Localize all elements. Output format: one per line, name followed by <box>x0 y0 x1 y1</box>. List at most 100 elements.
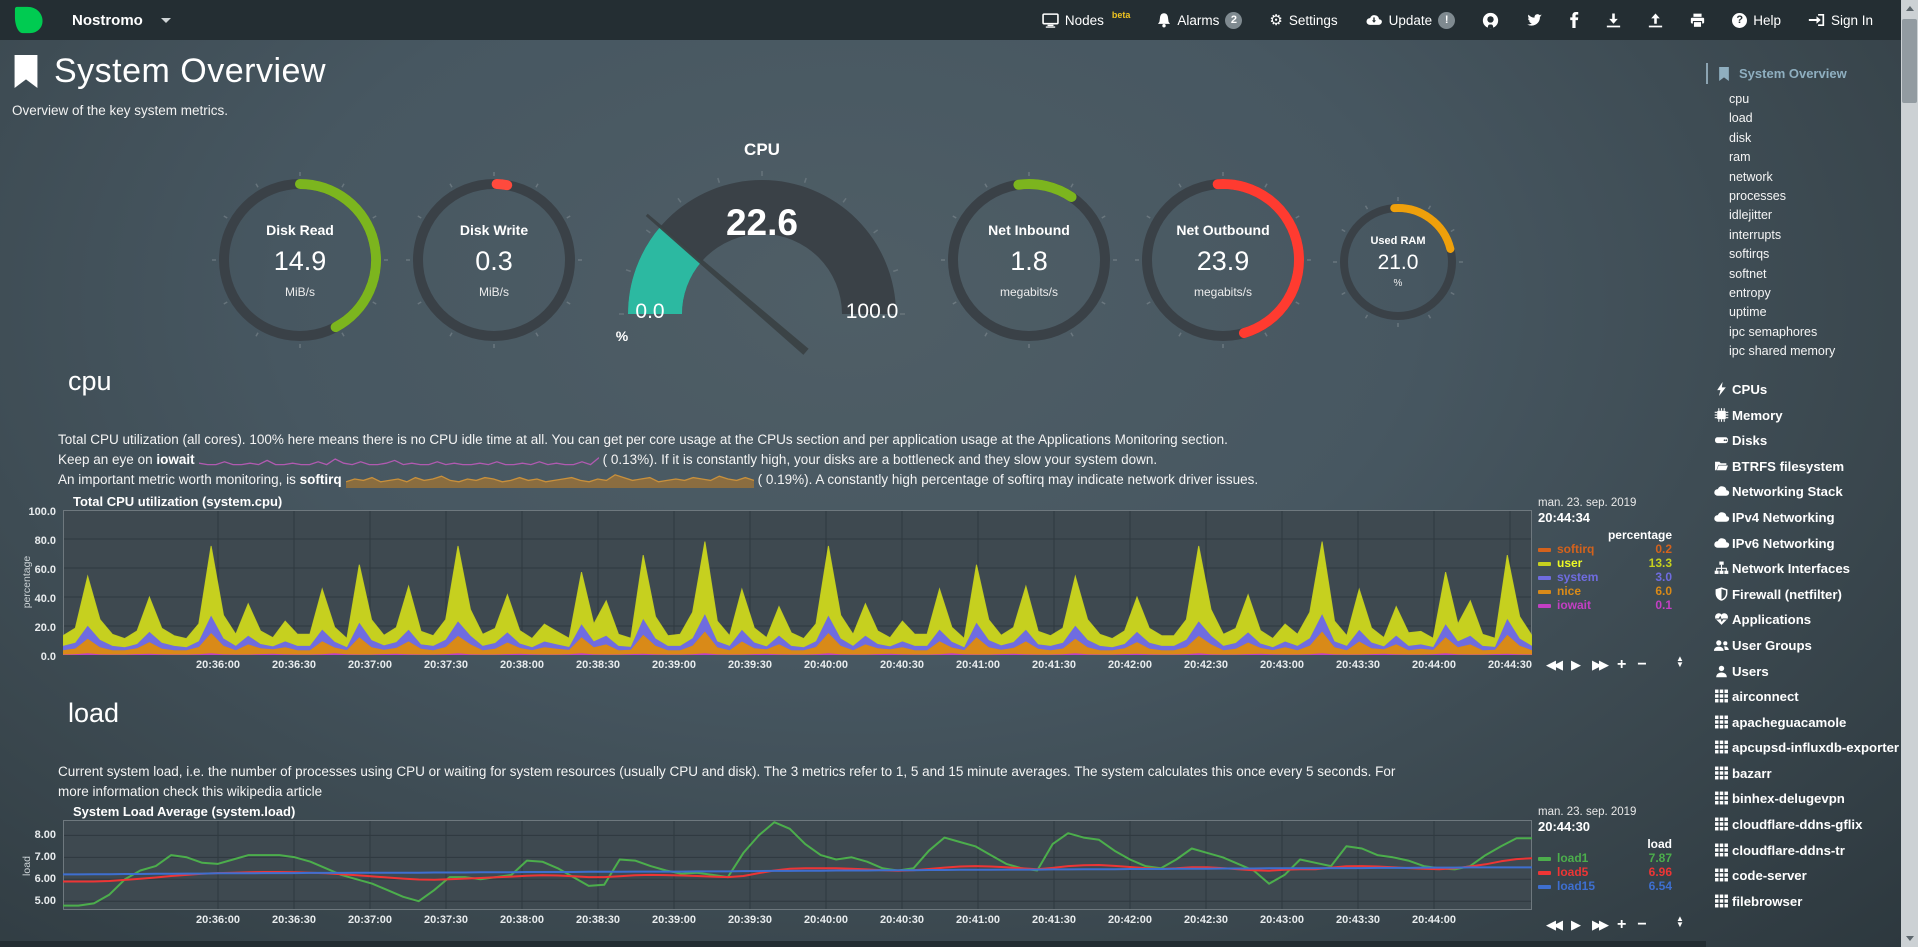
sidebar-item-cpus[interactable]: CPUs <box>1706 377 1902 403</box>
gauge-net-inbound[interactable]: Net Inbound1.8megabits/s <box>939 170 1119 350</box>
sidebar-item-networking-stack[interactable]: Networking Stack <box>1706 479 1902 505</box>
x-tick-label: 20:36:30 <box>257 659 331 671</box>
hostname-dropdown[interactable]: Nostromo <box>72 12 143 29</box>
legend-item-iowait[interactable]: iowait0.1 <box>1538 599 1672 612</box>
netdata-logo-icon[interactable] <box>13 5 44 35</box>
sidebar-subitem-processes[interactable]: processes <box>1706 187 1902 206</box>
x-tick-label: 20:41:00 <box>941 659 1015 671</box>
sidebar-subitem-cpu[interactable]: cpu <box>1706 90 1902 109</box>
sidebar-subitem-network[interactable]: network <box>1706 168 1902 187</box>
cpu-chart-plot[interactable] <box>63 510 1532 655</box>
sidebar-subitem-interrupts[interactable]: interrupts <box>1706 226 1902 245</box>
zoom-in-button[interactable]: + <box>1617 916 1626 934</box>
nav-update[interactable]: Update ! <box>1365 12 1456 29</box>
sidebar-item-airconnect[interactable]: airconnect <box>1706 684 1902 710</box>
sidebar-item-cloudflare-ddns-gflix[interactable]: cloudflare-ddns-gflix <box>1706 812 1902 838</box>
gauge-net-outbound[interactable]: Net Outbound23.9megabits/s <box>1133 170 1313 350</box>
nav-signin[interactable]: Sign In <box>1808 13 1873 28</box>
load-chart-resize-handle[interactable]: ▲▼ <box>1676 916 1684 928</box>
scrollbar-thumb[interactable] <box>1902 19 1917 103</box>
sidebar-item-cloudflare-ddns-tr[interactable]: cloudflare-ddns-tr <box>1706 837 1902 863</box>
sidebar-item-ipv4-networking[interactable]: IPv4 Networking <box>1706 505 1902 531</box>
fast-forward-button[interactable]: ▶▶ <box>1592 657 1606 673</box>
facebook-icon <box>1570 12 1579 28</box>
sidebar-item-users[interactable]: Users <box>1706 658 1902 684</box>
legend-swatch <box>1538 857 1551 861</box>
legend-item-system[interactable]: system3.0 <box>1538 571 1672 584</box>
sidebar-item-btrfs-filesystem[interactable]: BTRFS filesystem <box>1706 453 1902 479</box>
fast-forward-button[interactable]: ▶▶ <box>1592 917 1606 933</box>
x-tick-label: 20:39:30 <box>713 659 787 671</box>
sidebar-item-firewall-netfilter-[interactable]: Firewall (netfilter) <box>1706 581 1902 607</box>
load-chart-plot[interactable] <box>63 820 1532 910</box>
legend-item-load1[interactable]: load17.87 <box>1538 852 1672 865</box>
sidebar-item-apacheguacamole[interactable]: apacheguacamole <box>1706 709 1902 735</box>
legend-swatch <box>1538 885 1551 889</box>
cpu-gauge-max: 100.0 <box>832 300 912 324</box>
sidebar-subitem-ipc-semaphores[interactable]: ipc semaphores <box>1706 323 1902 342</box>
sidebar-subitem-uptime[interactable]: uptime <box>1706 303 1902 322</box>
sidebar-item-filebrowser[interactable]: filebrowser <box>1706 889 1902 915</box>
nav-export[interactable] <box>1606 13 1621 28</box>
gauge-disk-write[interactable]: Disk Write0.3MiB/s <box>404 170 584 350</box>
legend-item-softirq[interactable]: softirq0.2 <box>1538 543 1672 556</box>
bookmark-icon <box>12 55 40 88</box>
nav-import[interactable] <box>1648 13 1663 28</box>
sidebar-subitem-softnet[interactable]: softnet <box>1706 265 1902 284</box>
zoom-in-button[interactable]: + <box>1617 656 1626 674</box>
sidebar-item-system-overview-active[interactable]: System Overview <box>1706 63 1902 84</box>
legend-series-name: nice <box>1557 585 1581 598</box>
sidebar-item-applications[interactable]: Applications <box>1706 607 1902 633</box>
sidebar-item-network-interfaces[interactable]: Network Interfaces <box>1706 556 1902 582</box>
sidebar-item-code-server[interactable]: code-server <box>1706 863 1902 889</box>
sidebar-item-memory[interactable]: Memory <box>1706 402 1902 428</box>
scroll-down-arrow[interactable] <box>1901 930 1918 947</box>
monitor-icon <box>1042 13 1059 28</box>
x-tick-label: 20:37:30 <box>409 914 483 926</box>
gauge-disk-read[interactable]: Disk Read14.9MiB/s <box>210 170 390 350</box>
nav-nodes-label: Nodes <box>1065 13 1104 28</box>
x-tick-label: 20:44:00 <box>1397 914 1471 926</box>
play-button[interactable]: ▶ <box>1571 917 1581 933</box>
legend-item-load5[interactable]: load56.96 <box>1538 866 1672 879</box>
y-tick-label: 7.00 <box>6 851 56 863</box>
cpu-gauge-unit: % <box>592 328 652 344</box>
chevron-down-icon[interactable] <box>161 18 171 23</box>
cpu-chart-resize-handle[interactable]: ▲▼ <box>1676 656 1684 668</box>
nav-twitter[interactable] <box>1526 13 1543 27</box>
sidebar-item-user-groups[interactable]: User Groups <box>1706 633 1902 659</box>
play-button[interactable]: ▶ <box>1571 657 1581 673</box>
sidebar-item-apcupsd-influxdb-exporter[interactable]: apcupsd-influxdb-exporter <box>1706 735 1902 761</box>
legend-item-user[interactable]: user13.3 <box>1538 557 1672 570</box>
page-scrollbar[interactable] <box>1901 0 1918 947</box>
sidebar-subitem-softirqs[interactable]: softirqs <box>1706 245 1902 264</box>
zoom-out-button[interactable]: − <box>1637 916 1646 934</box>
wikipedia-link[interactable]: wikipedia article <box>227 784 322 799</box>
gauge-cpu[interactable]: CPU 22.6 0.0 100.0 % <box>610 140 914 345</box>
legend-item-load15[interactable]: load156.54 <box>1538 880 1672 893</box>
sidebar-subitem-disk[interactable]: disk <box>1706 129 1902 148</box>
nav-facebook[interactable] <box>1570 12 1579 28</box>
rewind-button[interactable]: ◀◀ <box>1546 657 1560 673</box>
sidebar-subitem-entropy[interactable]: entropy <box>1706 284 1902 303</box>
sidebar-item-disks[interactable]: Disks <box>1706 428 1902 454</box>
sidebar-subitem-ipc-shared-memory[interactable]: ipc shared memory <box>1706 342 1902 361</box>
sidebar-subitem-idlejitter[interactable]: idlejitter <box>1706 206 1902 225</box>
sidebar-item-binhex-delugevpn[interactable]: binhex-delugevpn <box>1706 786 1902 812</box>
zoom-out-button[interactable]: − <box>1637 656 1646 674</box>
rewind-button[interactable]: ◀◀ <box>1546 917 1560 933</box>
sidebar-subitem-ram[interactable]: ram <box>1706 148 1902 167</box>
nav-alarms[interactable]: Alarms 2 <box>1157 12 1242 29</box>
gauge-used-ram[interactable]: Used RAM21.0% <box>1332 196 1464 328</box>
legend-item-nice[interactable]: nice6.0 <box>1538 585 1672 598</box>
sidebar-item-ipv6-networking[interactable]: IPv6 Networking <box>1706 530 1902 556</box>
scroll-up-arrow[interactable] <box>1901 0 1918 17</box>
nav-settings[interactable]: ⚙ Settings <box>1269 13 1337 28</box>
nav-nodes[interactable]: Nodesbeta <box>1042 13 1131 28</box>
nav-print[interactable] <box>1690 13 1705 28</box>
sidebar-subitem-load[interactable]: load <box>1706 109 1902 128</box>
nav-help[interactable]: ? Help <box>1732 13 1781 28</box>
sidebar-item-bazarr[interactable]: bazarr <box>1706 761 1902 787</box>
nav-github[interactable] <box>1482 12 1499 29</box>
x-tick-label: 20:39:00 <box>637 914 711 926</box>
